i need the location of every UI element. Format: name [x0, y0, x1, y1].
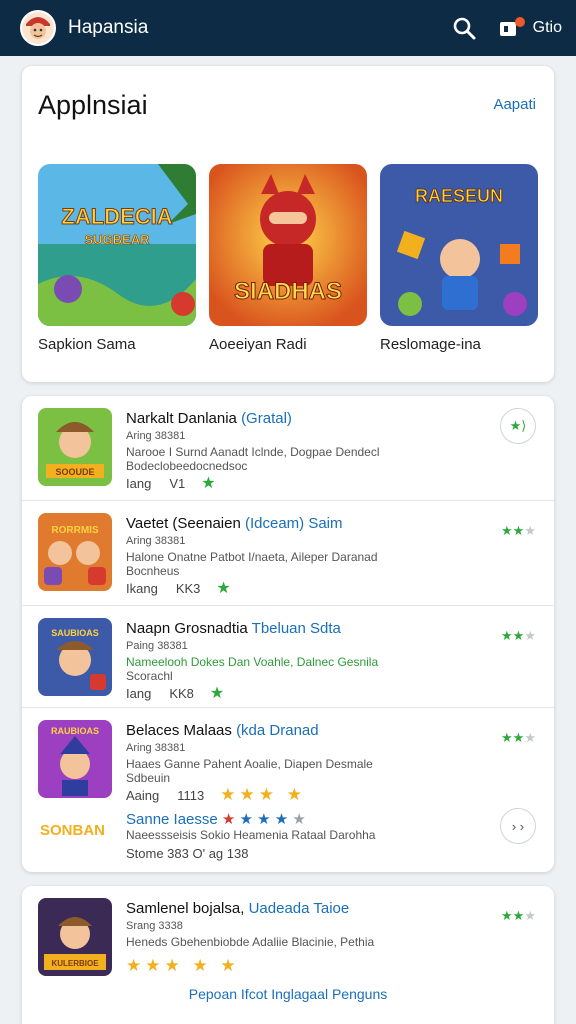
game-icon-text: SAUBIOAS	[51, 628, 99, 638]
featured-game-label: Aoeeiyan Radi	[209, 336, 307, 353]
game-title: Naapn Grosnadtia Tbeluan Sdta	[126, 620, 341, 637]
featured-game-1[interactable]: ZALDECIA SUGBEAR Sapkion Sama	[38, 164, 196, 353]
game-footer: Ikang KK3 ★	[126, 580, 231, 597]
thumbnail-art-text: SIADHAS	[234, 278, 342, 305]
game-description: Halone Onatne Patbot I/naeta, Aileper Da…	[126, 550, 378, 578]
thumbnail-art-text: ZALDECIA	[61, 204, 172, 229]
game-list: SOOUDE Narkalt Danlania (Gratal) Aring 3…	[22, 396, 554, 872]
green-star-icon: ★	[216, 580, 231, 597]
gamepad-notification-icon[interactable]	[497, 13, 527, 43]
game-title: Narkalt Danlania (Gratal)	[126, 410, 292, 427]
list-item[interactable]: KULERBIOE Samlenel bojalsa, Uadeada Taio…	[22, 886, 554, 990]
game-title: Belaces Malaas (kda Dranad	[126, 722, 319, 739]
game-title: Vaetet (Seenaien (Idceam) Saim	[126, 515, 343, 532]
game-meta: Srang 3338	[126, 920, 183, 932]
list-item[interactable]: SAUBIOAS Naapn Grosnadtia Tbeluan Sdta P…	[22, 606, 554, 710]
game-footer: Iang V1 ★	[126, 475, 216, 492]
game-description: Haaes Ganne Pahent Aoalie, Diapen Desmal…	[126, 757, 373, 785]
game-icon-text: RORRMIS	[51, 525, 99, 536]
game-title: Samlenel bojalsa, Uadeada Taioe	[126, 900, 350, 917]
more-button[interactable]: › ›	[500, 808, 536, 844]
see-all-link[interactable]: Aapati	[493, 96, 536, 113]
list-item[interactable]: RORRMIS Vaetet (Seenaien (Idceam) Saim A…	[22, 501, 554, 605]
game-meta: Aring 38381	[126, 742, 186, 754]
featured-game-label: Sapkion Sama	[38, 336, 136, 353]
game-meta: Paing 38381	[126, 640, 188, 652]
game-description: Naeessseisis Sokio Heamenia Rataal Daroh…	[126, 828, 376, 842]
featured-game-3[interactable]: RAESEUN Reslomage-ina	[380, 164, 538, 353]
game-icon: SOOUDE	[38, 408, 112, 486]
game-footer: Stome 383 O' ag 138	[126, 846, 249, 861]
rating-toggle-button[interactable]: ★⟩	[500, 408, 536, 444]
app-title: Hapansia	[68, 17, 149, 38]
featured-game-label: Reslomage-ina	[380, 336, 481, 353]
featured-title: Applnsiai	[38, 90, 148, 120]
green-star-icon: ★	[209, 685, 225, 702]
list-item[interactable]: SOOUDE Narkalt Danlania (Gratal) Aring 3…	[22, 396, 554, 500]
game-description: Heneds Gbehenbiobde Adaliie Blacinie, Pe…	[126, 935, 375, 949]
thumbnail-art-text: RAESEUN	[415, 186, 503, 206]
star-rating: ★★★ ★	[220, 785, 306, 804]
game-description: Narooe I Surnd Aanadt Iclnde, Dogpae Den…	[126, 445, 380, 473]
app-logo-avatar[interactable]	[20, 10, 56, 46]
game-description: Nameelooh Dokes Dan Voahle, Dalnec Gesni…	[126, 655, 379, 683]
list-item[interactable]: SONBAN Sanne Iaesse ★ ★ ★ ★ ★ Naeessseis…	[22, 806, 554, 872]
list-item[interactable]: RAUBIOAS Belaces Malaas (kda Dranad Arin…	[22, 708, 554, 812]
game-icon: SAUBIOAS	[38, 618, 112, 696]
game-thumbnail: ZALDECIA SUGBEAR	[38, 164, 196, 326]
bottom-link[interactable]: Pepoan Ifcot Inglagaal Penguns	[22, 986, 554, 1002]
game-icon-text: SOOUDE	[55, 467, 94, 477]
game-icon: RORRMIS	[38, 513, 112, 591]
green-star-icon: ★	[201, 475, 216, 492]
featured-section: Applnsiai Aapati ZALDECIA SUGBEAR Sapkio…	[22, 66, 554, 382]
character-avatar-icon	[22, 12, 54, 44]
top-bar: Hapansia Gtio	[0, 0, 576, 56]
game-icon-text: RAUBIOAS	[51, 726, 99, 736]
game-icon: RAUBIOAS	[38, 720, 112, 798]
game-meta: Aring 38381	[126, 535, 186, 547]
thumbnail-art-text: SUGBEAR	[84, 232, 150, 247]
game-icon: KULERBIOE	[38, 898, 112, 976]
game-icon-text: KULERBIOE	[51, 959, 99, 968]
game-footer: Iang KK8 ★	[126, 685, 225, 702]
star-rating: ★★★	[501, 523, 536, 538]
star-rating: ★★★ ★ ★	[126, 956, 240, 975]
game-thumbnail: RAESEUN	[380, 164, 538, 326]
header-action-label[interactable]: Gtio	[533, 19, 562, 37]
star-rating: ★★★	[501, 730, 536, 745]
star-rating: ★★★	[501, 628, 536, 643]
star-rating: ★★★	[501, 908, 536, 923]
game-title: Sanne Iaesse ★ ★ ★ ★ ★	[126, 811, 306, 828]
game-list-continued: KULERBIOE Samlenel bojalsa, Uadeada Taio…	[22, 886, 554, 1024]
featured-game-2[interactable]: SIADHAS Aoeeiyan Radi	[209, 164, 367, 353]
game-footer: Aaing 1113 ★★★ ★	[126, 785, 306, 804]
game-logo: SONBAN	[40, 822, 106, 839]
search-icon[interactable]	[449, 13, 479, 43]
game-thumbnail: SIADHAS	[209, 164, 367, 326]
game-footer: ★★★ ★ ★	[126, 956, 240, 976]
game-meta: Aring 38381	[126, 430, 186, 442]
